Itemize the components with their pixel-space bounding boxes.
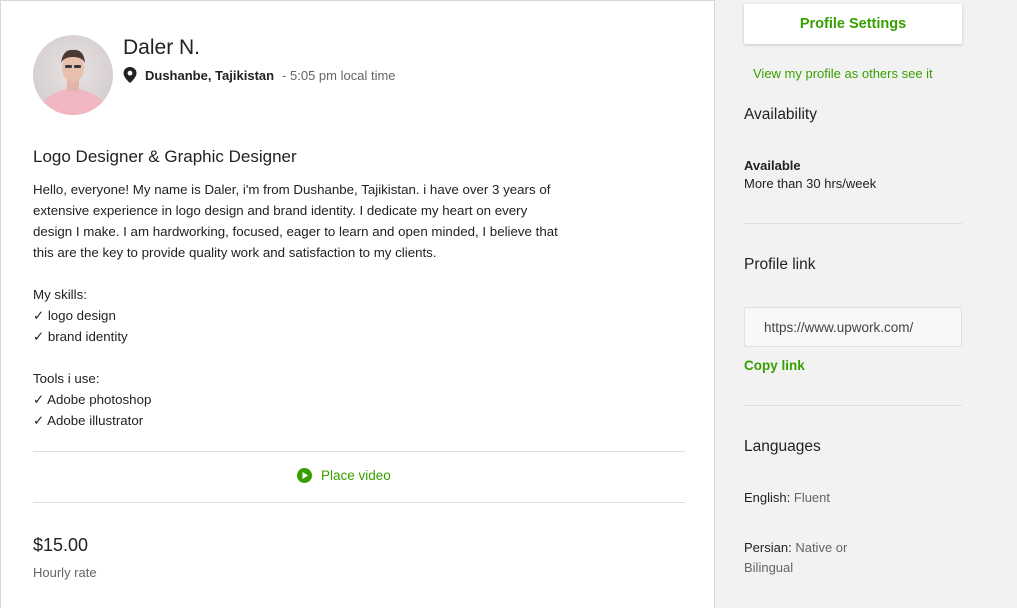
avatar-photo — [39, 49, 107, 115]
copy-link-button[interactable]: Copy link — [744, 358, 805, 373]
place-video-button[interactable]: Place video — [297, 468, 391, 483]
avatar[interactable] — [33, 35, 113, 115]
overview-line: design I make. I am hardworking, focused… — [33, 224, 558, 239]
availability-detail: More than 30 hrs/week — [744, 176, 877, 191]
tool-item: ✓ Adobe photoshop — [33, 392, 152, 407]
overview-intro: Hello, everyone! My name is Daler, i'm f… — [33, 179, 653, 263]
language-item: English: Fluent — [744, 488, 884, 508]
freelancer-name: Daler N. — [123, 36, 201, 59]
skill-item: ✓ logo design — [33, 308, 116, 323]
location-row: Dushanbe, Tajikistan - 5:05 pm local tim… — [123, 67, 396, 83]
place-video-label: Place video — [321, 468, 391, 483]
tools-heading: Tools i use: — [33, 371, 100, 386]
overview-line: Hello, everyone! My name is Daler, i'm f… — [33, 182, 551, 197]
overview-skills: My skills: ✓ logo design ✓ brand identit… — [33, 284, 653, 347]
skills-heading: My skills: — [33, 287, 87, 302]
play-circle-icon — [297, 468, 312, 483]
overview-line: this are the key to provide quality work… — [33, 245, 437, 260]
languages-heading: Languages — [744, 438, 821, 455]
local-time: - 5:05 pm local time — [282, 67, 396, 83]
divider — [33, 451, 685, 452]
view-profile-as-others-link[interactable]: View my profile as others see it — [753, 66, 933, 81]
language-name: English: — [744, 490, 791, 505]
profile-settings-button[interactable]: Profile Settings — [744, 4, 962, 44]
location-city: Dushanbe, Tajikistan — [145, 67, 275, 83]
language-name: Persian: — [744, 540, 792, 555]
profile-title: Logo Designer & Graphic Designer — [33, 147, 297, 166]
language-item: Persian: Native or Bilingual — [744, 538, 884, 578]
map-pin-icon — [123, 67, 137, 83]
language-level: Fluent — [793, 490, 831, 505]
divider — [744, 223, 962, 224]
overview-line: extensive experience in logo design and … — [33, 203, 528, 218]
skill-item: ✓ brand identity — [33, 329, 128, 344]
hourly-rate-label: Hourly rate — [33, 565, 97, 580]
hourly-rate-value: $15.00 — [33, 535, 89, 555]
profile-overview: Hello, everyone! My name is Daler, i'm f… — [33, 179, 653, 452]
profile-main-panel: Daler N. Dushanbe, Tajikistan - 5:05 pm … — [0, 0, 715, 608]
overview-tools: Tools i use: ✓ Adobe photoshop ✓ Adobe i… — [33, 368, 653, 431]
divider — [744, 405, 962, 406]
profile-sidebar — [716, 0, 1017, 608]
tool-item: ✓ Adobe illustrator — [33, 413, 144, 428]
profile-link-heading: Profile link — [744, 256, 816, 273]
availability-status: Available — [744, 158, 801, 173]
availability-heading: Availability — [744, 106, 817, 123]
profile-link-field[interactable]: https://www.upwork.com/ — [744, 307, 962, 347]
divider — [33, 502, 685, 503]
